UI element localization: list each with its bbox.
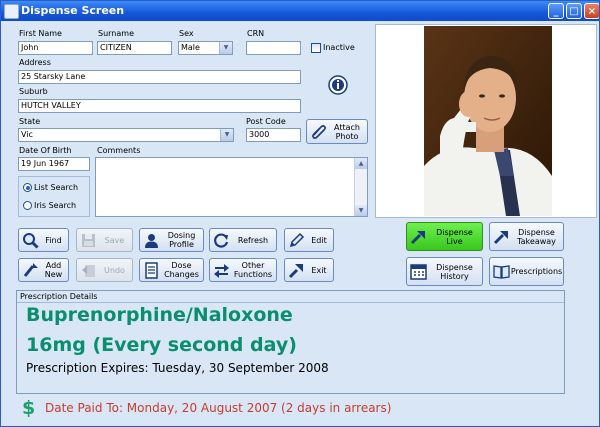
date-paid-text: Date Paid To: Monday, 20 August 2007 (2 … — [45, 401, 392, 415]
crn-field[interactable] — [246, 41, 301, 55]
patient-photo — [424, 26, 552, 216]
postcode-label: Post Code — [246, 117, 286, 126]
add-new-button[interactable]: Add New — [18, 258, 69, 282]
dob-field[interactable]: 19 Jun 1967 — [18, 157, 90, 171]
iris-search-label: Iris Search — [34, 201, 77, 210]
refresh-button[interactable]: Refresh — [209, 228, 277, 252]
attach-photo-button[interactable]: Attach Photo — [306, 119, 368, 144]
exit-button[interactable]: Exit — [284, 258, 334, 282]
prescription-expiry: Prescription Expires: Tuesday, 30 Septem… — [26, 361, 329, 375]
refresh-label: Refresh — [237, 235, 269, 245]
attach-photo-label: Attach Photo — [334, 122, 360, 141]
prescriptions-button[interactable]: Prescriptions — [489, 257, 564, 286]
save-button[interactable]: Save — [76, 228, 133, 252]
comments-scrollbar[interactable]: ▲ ▼ — [354, 158, 367, 216]
minimize-button[interactable]: _ — [548, 3, 564, 19]
dosing-profile-label: Dosing Profile — [167, 231, 196, 249]
dose-text: 16mg (Every second day) — [26, 334, 297, 356]
add-new-label: Add New — [44, 261, 63, 279]
title-bar: Dispense Screen _ □ × — [1, 1, 599, 21]
dispense-icon — [410, 231, 425, 245]
magnifier-icon — [23, 233, 39, 249]
dispense-live-button[interactable]: Dispense Live — [406, 222, 483, 251]
iris-search-radio[interactable] — [23, 201, 32, 210]
inactive-checkbox[interactable] — [311, 43, 321, 53]
divider — [17, 302, 564, 303]
refresh-icon — [214, 233, 229, 248]
maximize-button[interactable]: □ — [566, 3, 582, 19]
prescriptions-label: Prescriptions — [510, 267, 563, 276]
sex-select[interactable]: Male ▼ — [178, 41, 233, 55]
prescription-details-panel: Prescription Details Buprenorphine/Nalox… — [16, 290, 565, 394]
undo-icon — [82, 265, 95, 277]
edit-label: Edit — [311, 235, 327, 245]
exit-icon — [288, 264, 303, 279]
search-mode-group: List Search Iris Search — [18, 176, 90, 217]
list-search-radio[interactable] — [23, 183, 32, 192]
app-icon — [4, 4, 19, 19]
book-icon — [493, 265, 510, 279]
first-name-field[interactable]: John — [18, 41, 93, 55]
surname-field[interactable]: CITIZEN — [97, 41, 172, 55]
undo-button[interactable]: Undo — [76, 258, 133, 282]
address-label: Address — [19, 58, 51, 67]
state-select[interactable]: Vic ▼ — [18, 128, 234, 142]
state-label: State — [19, 117, 41, 126]
dob-label: Date Of Birth — [19, 146, 72, 155]
scroll-up-icon[interactable]: ▲ — [355, 158, 367, 169]
chevron-down-icon: ▼ — [219, 42, 232, 54]
chevron-down-icon: ▼ — [220, 129, 233, 141]
list-search-label: List Search — [34, 183, 79, 192]
exit-label: Exit — [311, 265, 327, 275]
dispense-live-label: Dispense Live — [436, 227, 473, 246]
patient-photo-panel — [375, 24, 597, 218]
first-name-label: First Name — [19, 29, 62, 38]
find-label: Find — [45, 235, 62, 245]
prescription-details-header: Prescription Details — [20, 292, 98, 301]
info-icon[interactable] — [328, 75, 348, 95]
user-icon — [145, 234, 158, 248]
document-icon — [145, 262, 158, 279]
dispense-window: Dispense Screen _ □ × First Name Surname… — [0, 0, 600, 427]
undo-label: Undo — [104, 265, 125, 275]
dispense-takeaway-button[interactable]: Dispense Takeaway — [489, 222, 564, 251]
edit-button[interactable]: Edit — [284, 228, 334, 252]
window-title: Dispense Screen — [21, 4, 125, 17]
paperclip-icon — [312, 125, 326, 139]
postcode-field[interactable]: 3000 — [246, 128, 301, 142]
address-field[interactable]: 25 Starsky Lane — [18, 70, 301, 84]
arrows-icon — [214, 264, 229, 278]
dose-changes-label: Dose Changes — [164, 261, 199, 279]
comments-field[interactable]: ▲ ▼ — [95, 157, 368, 217]
scroll-down-icon[interactable]: ▼ — [355, 205, 367, 216]
pencil-icon — [289, 232, 305, 248]
other-functions-label: Other Functions — [233, 261, 273, 279]
disk-icon — [82, 234, 95, 247]
dosing-profile-button[interactable]: Dosing Profile — [139, 228, 204, 252]
dispense-history-label: Dispense History — [436, 262, 473, 281]
calendar-icon — [410, 264, 427, 280]
drug-name: Buprenorphine/Naloxone — [26, 304, 293, 326]
surname-label: Surname — [98, 29, 134, 38]
crn-label: CRN — [247, 29, 265, 38]
state-value: Vic — [21, 130, 33, 139]
sex-value: Male — [181, 43, 200, 52]
sex-label: Sex — [179, 29, 194, 38]
other-functions-button[interactable]: Other Functions — [209, 258, 277, 282]
dose-changes-button[interactable]: Dose Changes — [139, 258, 204, 282]
add-icon — [23, 263, 38, 277]
save-label: Save — [104, 235, 125, 245]
takeaway-icon — [493, 231, 508, 245]
dollar-icon: $ — [22, 397, 36, 419]
suburb-field[interactable]: HUTCH VALLEY — [18, 99, 301, 113]
inactive-label: Inactive — [323, 43, 355, 52]
find-button[interactable]: Find — [18, 228, 69, 252]
suburb-label: Suburb — [19, 87, 48, 96]
close-button[interactable]: × — [584, 3, 599, 19]
dispense-takeaway-label: Dispense Takeaway — [517, 227, 556, 246]
comments-label: Comments — [97, 146, 141, 155]
dispense-history-button[interactable]: Dispense History — [406, 257, 483, 286]
